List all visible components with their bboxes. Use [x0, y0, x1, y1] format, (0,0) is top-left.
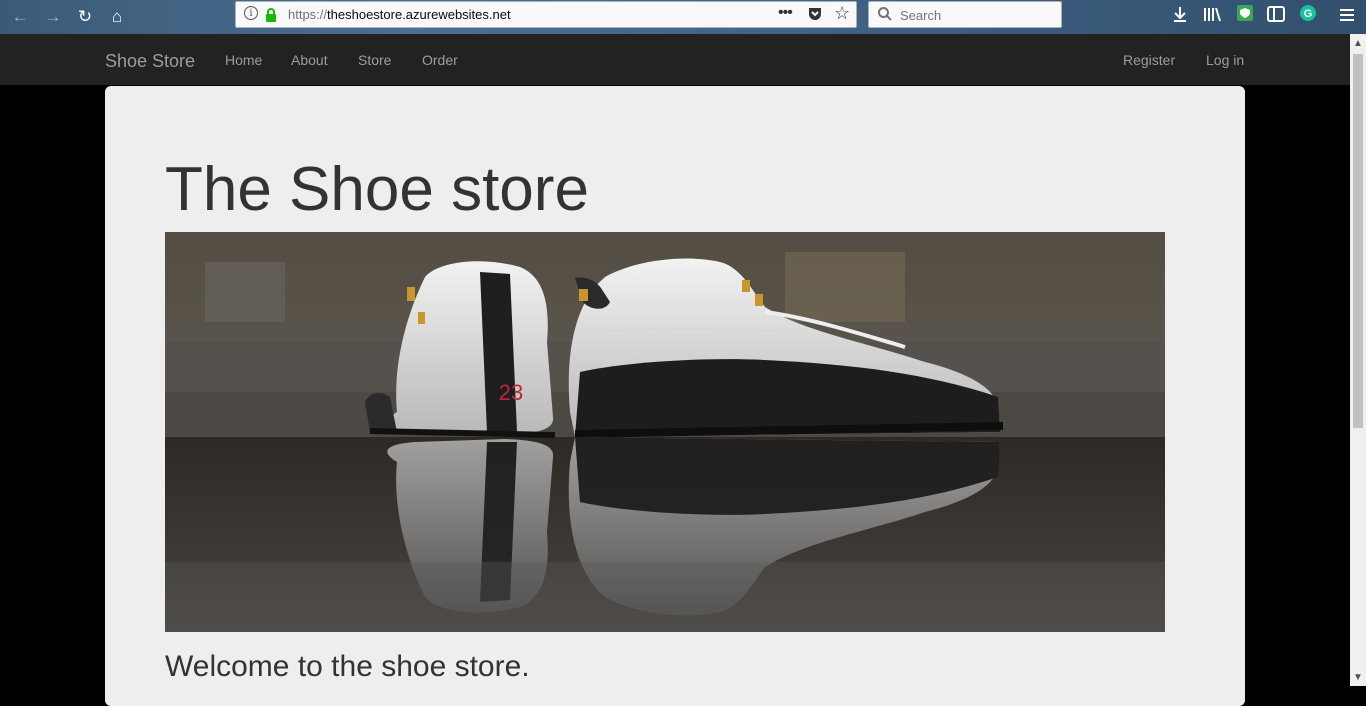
back-icon[interactable]: ← [7, 4, 33, 30]
info-icon[interactable]: i [244, 6, 258, 20]
forward-icon[interactable]: → [40, 4, 66, 30]
site-navbar: Shoe Store Home About Store Order Regist… [0, 34, 1350, 85]
menu-icon[interactable] [1334, 4, 1360, 30]
brand-link[interactable]: Shoe Store [105, 51, 195, 72]
nav-link-home[interactable]: Home [225, 52, 262, 68]
reload-icon[interactable]: ↻ [72, 4, 98, 30]
page-scrollbar[interactable]: ▲ ▼ [1350, 34, 1366, 686]
search-icon [877, 6, 893, 27]
nav-link-login[interactable]: Log in [1206, 52, 1244, 68]
search-placeholder: Search [900, 8, 942, 23]
scroll-down-icon[interactable]: ▼ [1353, 672, 1363, 683]
nav-link-about[interactable]: About [291, 52, 328, 68]
extension-shield-icon[interactable] [1232, 4, 1258, 30]
page-title: The Shoe store [165, 155, 589, 224]
url-protocol: https:// [288, 7, 328, 22]
svg-text:G: G [1304, 8, 1313, 20]
search-box[interactable]: Search [868, 1, 1062, 28]
hero-image: 23 [165, 232, 1165, 632]
grammarly-icon[interactable]: G [1295, 4, 1321, 30]
nav-link-store[interactable]: Store [358, 52, 391, 68]
nav-link-register[interactable]: Register [1123, 52, 1175, 68]
pocket-icon[interactable] [807, 6, 823, 27]
bookmark-star-icon[interactable]: ☆ [834, 3, 850, 24]
library-icon[interactable] [1199, 4, 1225, 30]
url-text[interactable]: https://theshoestore.azurewebsites.net [288, 7, 511, 22]
scroll-thumb[interactable] [1353, 54, 1363, 428]
address-bar[interactable]: i https://theshoestore.azurewebsites.net… [235, 1, 857, 28]
welcome-heading: Welcome to the shoe store. [165, 650, 530, 683]
jumbotron: The Shoe store 23 Welcome to the shoe st… [105, 86, 1245, 706]
hero-shoe-number: 23 [499, 380, 523, 405]
scroll-up-icon[interactable]: ▲ [1353, 38, 1363, 49]
nav-link-order[interactable]: Order [422, 52, 458, 68]
lock-icon[interactable] [264, 7, 278, 28]
download-icon[interactable] [1167, 4, 1193, 30]
browser-toolbar: ← → ↻ ⌂ i https://theshoestore.azurewebs… [0, 0, 1366, 34]
more-icon[interactable]: ••• [778, 4, 793, 22]
url-host: theshoestore.azurewebsites.net [327, 7, 511, 22]
home-icon[interactable]: ⌂ [104, 4, 130, 30]
sidebar-icon[interactable] [1263, 4, 1289, 30]
